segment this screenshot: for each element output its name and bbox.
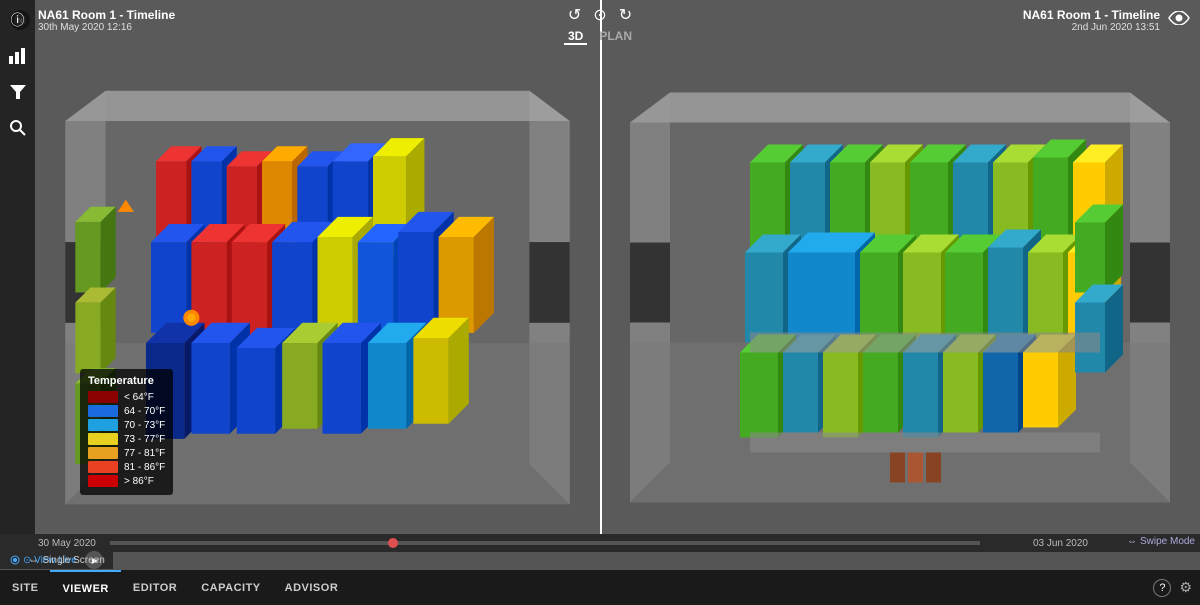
info-icon[interactable]: ⓘ bbox=[6, 8, 30, 32]
view-mode-toggle: 3D PLAN bbox=[564, 29, 636, 45]
top-controls: ↺ ⊙ ↻ 3D PLAN bbox=[564, 5, 636, 45]
legend-item-3: 73 - 77°F bbox=[88, 433, 165, 445]
timeline-right-label: 03 Jun 2020 bbox=[1033, 538, 1088, 549]
legend-label-1: 64 - 70°F bbox=[124, 406, 165, 417]
split-view: N NA61 Room 1 - Timeline 30th May 2020 1… bbox=[0, 0, 1200, 535]
left-header-text: NA61 Room 1 - Timeline 30th May 2020 12:… bbox=[38, 8, 175, 33]
swipe-mode-text: Swipe Mode bbox=[1140, 536, 1195, 547]
temperature-legend: Temperature < 64°F 64 - 70°F 70 - 73°F 7… bbox=[80, 369, 173, 495]
filter-icon[interactable] bbox=[6, 80, 30, 104]
left-viewport: N NA61 Room 1 - Timeline 30th May 2020 1… bbox=[0, 0, 600, 535]
rotate-right-btn[interactable]: ↻ bbox=[619, 5, 632, 25]
right-header: NA61 Room 1 - Timeline 2nd Jun 2020 13:5… bbox=[600, 0, 1200, 40]
timeline-marker-top[interactable] bbox=[388, 538, 398, 548]
help-button[interactable]: ? bbox=[1153, 579, 1171, 597]
swipe-mode-label[interactable]: ⇔ Swipe Mode bbox=[1127, 536, 1195, 547]
nav-advisor[interactable]: ADVISOR bbox=[273, 570, 351, 605]
tab-3d[interactable]: 3D bbox=[564, 29, 587, 45]
playback-bar: ⊙ View Live ▶ ⇔ Single Screen bbox=[0, 551, 113, 569]
swipe-arrows: ⇔ bbox=[1127, 536, 1137, 547]
legend-label-6: > 86°F bbox=[124, 476, 154, 487]
legend-color-1 bbox=[88, 405, 118, 417]
left-header: N NA61 Room 1 - Timeline 30th May 2020 1… bbox=[0, 0, 600, 40]
left-visualization: Temperature < 64°F 64 - 70°F 70 - 73°F 7… bbox=[35, 40, 600, 535]
view-rotation-controls: ↺ ⊙ ↻ bbox=[568, 5, 632, 25]
search-icon[interactable] bbox=[6, 116, 30, 140]
timeline-track-top[interactable] bbox=[110, 541, 980, 545]
legend-item-5: 81 - 86°F bbox=[88, 461, 165, 473]
legend-label-3: 73 - 77°F bbox=[124, 434, 165, 445]
reset-view-btn[interactable]: ⊙ bbox=[593, 5, 606, 25]
right-header-text: NA61 Room 1 - Timeline 2nd Jun 2020 13:5… bbox=[1023, 8, 1160, 33]
tab-plan[interactable]: PLAN bbox=[595, 29, 636, 45]
single-screen-text: Single Screen bbox=[43, 555, 105, 566]
nav-site[interactable]: SITE bbox=[0, 570, 50, 605]
right-rack-svg bbox=[600, 40, 1200, 535]
legend-title: Temperature bbox=[88, 375, 165, 387]
legend-item-0: < 64°F bbox=[88, 391, 165, 403]
legend-label-0: < 64°F bbox=[124, 392, 154, 403]
legend-color-3 bbox=[88, 433, 118, 445]
legend-item-1: 64 - 70°F bbox=[88, 405, 165, 417]
legend-item-2: 70 - 73°F bbox=[88, 419, 165, 431]
nav-viewer[interactable]: VIEWER bbox=[50, 570, 120, 605]
legend-label-5: 81 - 86°F bbox=[124, 462, 165, 473]
legend-label-4: 77 - 81°F bbox=[124, 448, 165, 459]
right-viewport: NA61 Room 1 - Timeline 2nd Jun 2020 13:5… bbox=[600, 0, 1200, 535]
legend-label-2: 70 - 73°F bbox=[124, 420, 165, 431]
single-screen-btn[interactable]: ⇔ Single Screen bbox=[29, 555, 105, 566]
legend-color-6 bbox=[88, 475, 118, 487]
legend-color-5 bbox=[88, 461, 118, 473]
rotate-left-btn[interactable]: ↺ bbox=[568, 5, 581, 25]
single-screen-icon: ⇔ bbox=[29, 555, 39, 566]
legend-color-2 bbox=[88, 419, 118, 431]
nav-bar: SITE VIEWER EDITOR CAPACITY ADVISOR ? ⚙ bbox=[0, 570, 1200, 605]
right-date: 2nd Jun 2020 13:51 bbox=[1023, 22, 1160, 33]
right-visualization bbox=[600, 40, 1200, 535]
nav-editor[interactable]: EDITOR bbox=[121, 570, 189, 605]
left-sidebar: ⓘ bbox=[0, 0, 35, 535]
legend-item-6: > 86°F bbox=[88, 475, 165, 487]
eye-icon[interactable] bbox=[1168, 11, 1190, 30]
right-title: NA61 Room 1 - Timeline bbox=[1023, 8, 1160, 22]
chart-icon[interactable] bbox=[6, 44, 30, 68]
left-date: 30th May 2020 12:16 bbox=[38, 22, 175, 33]
timeline-left-label: 30 May 2020 bbox=[38, 538, 96, 549]
timeline-bar-top: 30 May 2020 03 Jun 2020 ⇔ Swipe Mode bbox=[0, 534, 1200, 552]
nav-right-group: ? ⚙ bbox=[1153, 579, 1200, 597]
legend-color-0 bbox=[88, 391, 118, 403]
left-title: NA61 Room 1 - Timeline bbox=[38, 8, 175, 22]
split-divider bbox=[600, 0, 602, 535]
legend-color-4 bbox=[88, 447, 118, 459]
legend-item-4: 77 - 81°F bbox=[88, 447, 165, 459]
nav-capacity[interactable]: CAPACITY bbox=[189, 570, 272, 605]
settings-button[interactable]: ⚙ bbox=[1179, 579, 1192, 596]
